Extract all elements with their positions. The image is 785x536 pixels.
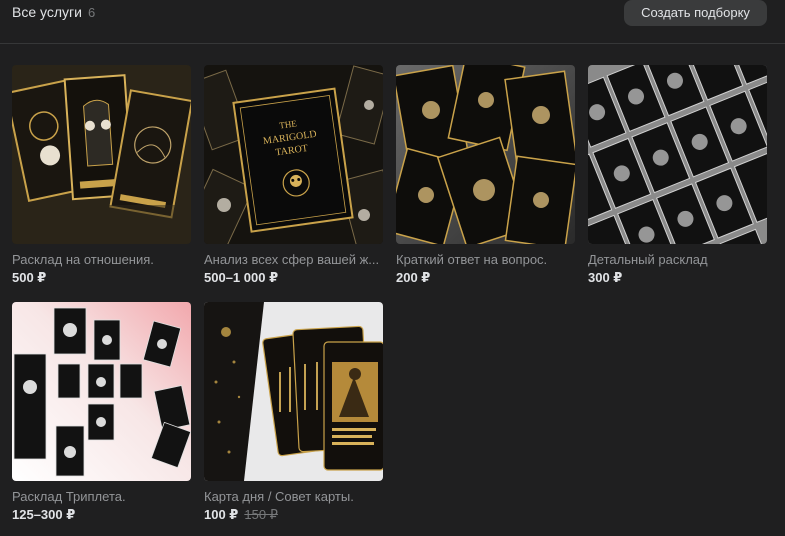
service-price: 500 ₽	[12, 270, 47, 285]
service-price-group: 100 ₽ 150 ₽	[204, 507, 383, 523]
service-title[interactable]: Анализ всех сфер вашей ж...	[204, 252, 383, 268]
create-collection-button[interactable]: Создать подборку	[624, 0, 767, 26]
service-old-price: 150 ₽	[244, 507, 278, 522]
service-image	[12, 65, 191, 244]
service-image	[396, 65, 575, 244]
service-card[interactable]: Расклад Триплета. 125–300 ₽	[12, 302, 191, 523]
service-card[interactable]: Карта дня / Совет карты. 100 ₽ 150 ₽	[204, 302, 383, 523]
service-title[interactable]: Расклад на отношения.	[12, 252, 191, 268]
service-price: 125–300 ₽	[12, 507, 76, 522]
service-title[interactable]: Расклад Триплета.	[12, 489, 191, 505]
service-card[interactable]: Краткий ответ на вопрос. 200 ₽	[396, 65, 575, 286]
section-title: Все услуги 6	[12, 4, 95, 20]
section-title-text: Все услуги	[12, 4, 82, 20]
service-image	[588, 65, 767, 244]
service-title[interactable]: Детальный расклад	[588, 252, 767, 268]
service-card[interactable]: THE MARIGOLD TAROT Анализ всех сфер ваше…	[204, 65, 383, 286]
service-price: 200 ₽	[396, 270, 431, 285]
service-image: THE MARIGOLD TAROT	[204, 65, 383, 244]
services-count: 6	[87, 5, 96, 20]
service-price: 300 ₽	[588, 270, 623, 285]
service-image	[204, 302, 383, 481]
service-price: 500–1 000 ₽	[204, 270, 279, 285]
page-header: Все услуги 6 Создать подборку	[0, 0, 785, 44]
service-image	[12, 302, 191, 481]
service-card[interactable]: Детальный расклад 300 ₽	[588, 65, 767, 286]
service-title[interactable]: Карта дня / Совет карты.	[204, 489, 383, 505]
service-title[interactable]: Краткий ответ на вопрос.	[396, 252, 575, 268]
service-card[interactable]: Расклад на отношения. 500 ₽	[12, 65, 191, 286]
service-price: 100 ₽	[204, 507, 239, 522]
